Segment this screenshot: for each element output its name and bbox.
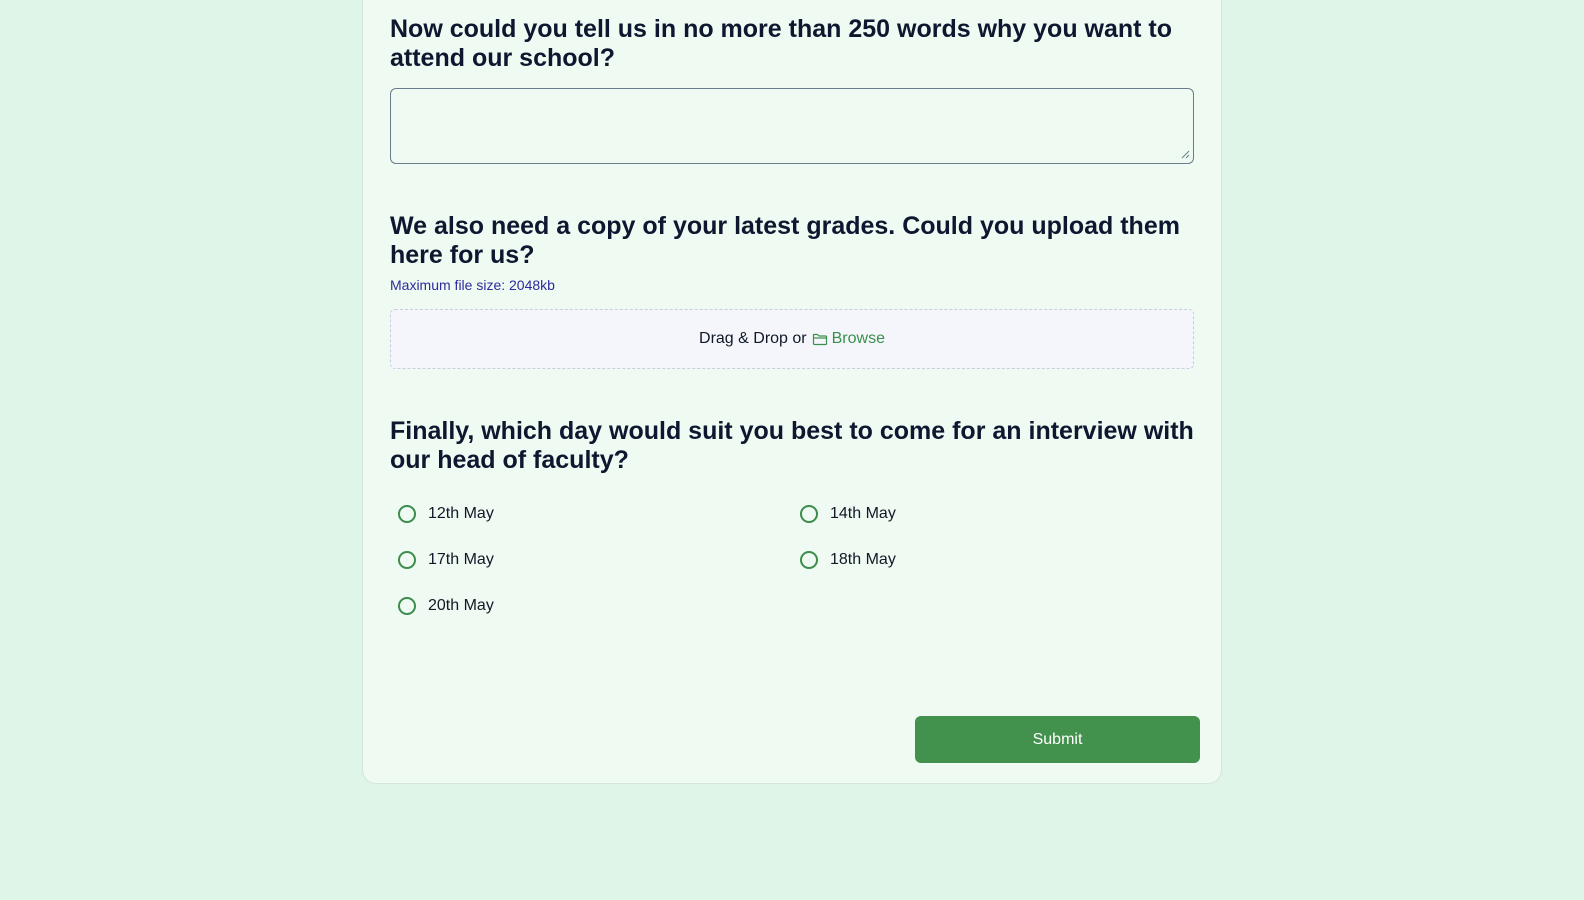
interview-question-title: Finally, which day would suit you best t… [390,417,1194,474]
resize-handle-icon[interactable] [1180,149,1190,159]
reason-question-title: Now could you tell us in no more than 25… [390,15,1173,72]
interview-option-20th-may[interactable]: 20th May [398,597,494,615]
interview-option-17th-may[interactable]: 17th May [398,551,494,569]
browse-button[interactable]: Browse [812,330,885,348]
max-file-size-hint: Maximum file size: 2048kb [390,277,555,293]
folder-icon [812,333,827,346]
interview-option-12th-may[interactable]: 12th May [398,505,494,523]
radio-circle-icon[interactable] [800,505,818,523]
radio-circle-icon[interactable] [398,505,416,523]
radio-label: 17th May [428,551,494,568]
radio-circle-icon[interactable] [800,551,818,569]
radio-circle-icon[interactable] [398,551,416,569]
radio-label: 12th May [428,505,494,522]
file-dropzone[interactable]: Drag & Drop or Browse [390,309,1194,369]
dropzone-text: Drag & Drop or [699,330,807,347]
reason-textarea[interactable] [390,88,1194,164]
radio-circle-icon[interactable] [398,597,416,615]
radio-label: 14th May [830,505,896,522]
application-form-card: Now could you tell us in no more than 25… [362,0,1222,784]
radio-label: 20th May [428,597,494,614]
browse-label: Browse [831,330,885,347]
submit-button[interactable]: Submit [915,716,1200,763]
grades-question-title: We also need a copy of your latest grade… [390,212,1180,269]
interview-option-18th-may[interactable]: 18th May [800,551,896,569]
interview-option-14th-may[interactable]: 14th May [800,505,896,523]
radio-label: 18th May [830,551,896,568]
